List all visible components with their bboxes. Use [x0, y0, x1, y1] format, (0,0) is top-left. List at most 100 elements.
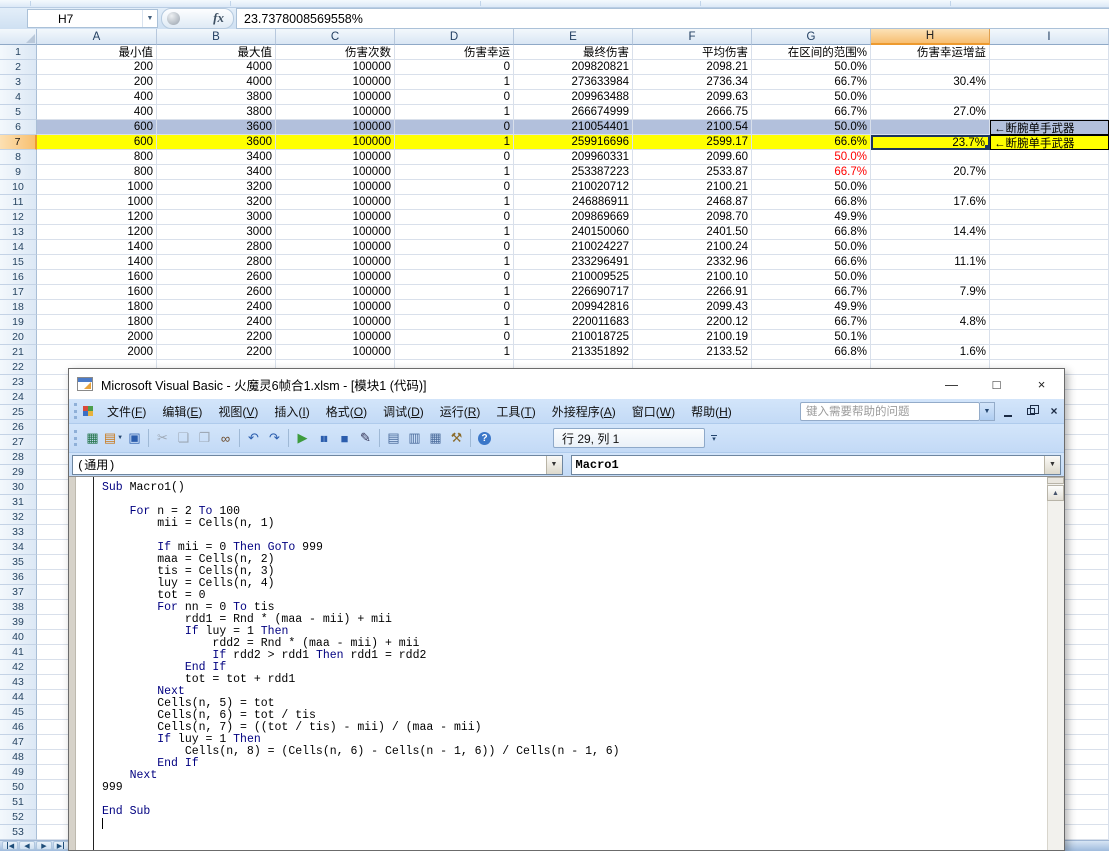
copy-icon[interactable]: ❏: [173, 428, 194, 448]
object-browser-icon[interactable]: ▦: [425, 428, 446, 448]
cell-H9[interactable]: 20.7%: [871, 165, 990, 180]
cell-F10[interactable]: 2100.21: [633, 180, 752, 195]
mdi-restore-button[interactable]: [1021, 402, 1041, 421]
cell-F16[interactable]: 2100.10: [633, 270, 752, 285]
cell-B2[interactable]: 4000: [157, 60, 276, 75]
menu-item-T[interactable]: 工具(T): [488, 400, 543, 423]
row-header-16[interactable]: 16: [0, 270, 37, 285]
cell-D15[interactable]: 1: [395, 255, 514, 270]
cell-C5[interactable]: 100000: [276, 105, 395, 120]
cell-H4[interactable]: [871, 90, 990, 105]
row-header-34[interactable]: 34: [0, 540, 37, 555]
cell-A18[interactable]: 1800: [37, 300, 157, 315]
cell-H8[interactable]: [871, 150, 990, 165]
cell-E13[interactable]: 240150060: [514, 225, 633, 240]
break-icon[interactable]: ▮▮: [313, 428, 334, 448]
cell-I10[interactable]: [990, 180, 1109, 195]
row-header-15[interactable]: 15: [0, 255, 37, 270]
cell-E15[interactable]: 233296491: [514, 255, 633, 270]
row-header-42[interactable]: 42: [0, 660, 37, 675]
fx-icon[interactable]: fx: [213, 10, 224, 26]
object-combo[interactable]: (通用) ▼: [72, 455, 563, 475]
help-search-dropdown-icon[interactable]: ▼: [980, 402, 995, 421]
cell-B17[interactable]: 2600: [157, 285, 276, 300]
row-header-44[interactable]: 44: [0, 690, 37, 705]
cell-A13[interactable]: 1200: [37, 225, 157, 240]
cell-B16[interactable]: 2600: [157, 270, 276, 285]
cell-H18[interactable]: [871, 300, 990, 315]
properties-window-icon[interactable]: ▥: [404, 428, 425, 448]
cell-F11[interactable]: 2468.87: [633, 195, 752, 210]
cell-B5[interactable]: 3800: [157, 105, 276, 120]
cell-H2[interactable]: [871, 60, 990, 75]
cell-G19[interactable]: 66.7%: [752, 315, 871, 330]
column-header-B[interactable]: B: [157, 29, 276, 45]
cell-B8[interactable]: 3400: [157, 150, 276, 165]
cell-D14[interactable]: 0: [395, 240, 514, 255]
cell-A10[interactable]: 1000: [37, 180, 157, 195]
procedure-combo[interactable]: Macro1 ▼: [571, 455, 1062, 475]
row-header-10[interactable]: 10: [0, 180, 37, 195]
help-icon[interactable]: ?: [474, 428, 495, 448]
row-header-2[interactable]: 2: [0, 60, 37, 75]
cell-C18[interactable]: 100000: [276, 300, 395, 315]
cell-G13[interactable]: 66.8%: [752, 225, 871, 240]
code-vertical-scrollbar[interactable]: [1047, 477, 1064, 850]
cell-D19[interactable]: 1: [395, 315, 514, 330]
cell-C9[interactable]: 100000: [276, 165, 395, 180]
cell-C13[interactable]: 100000: [276, 225, 395, 240]
undo-icon[interactable]: ↶: [243, 428, 264, 448]
cell-C8[interactable]: 100000: [276, 150, 395, 165]
toolbox-icon[interactable]: ⚒: [446, 428, 467, 448]
cell-D16[interactable]: 0: [395, 270, 514, 285]
column-header-A[interactable]: A: [37, 29, 157, 45]
row-header-7[interactable]: 7: [0, 135, 37, 150]
formula-input[interactable]: 23.7378008569558%: [236, 8, 1109, 29]
project-explorer-icon[interactable]: ▤: [383, 428, 404, 448]
cell-C3[interactable]: 100000: [276, 75, 395, 90]
cell-I21[interactable]: [990, 345, 1109, 360]
cell-G17[interactable]: 66.7%: [752, 285, 871, 300]
cell-C4[interactable]: 100000: [276, 90, 395, 105]
cell-E11[interactable]: 246886911: [514, 195, 633, 210]
cell-D6[interactable]: 0: [395, 120, 514, 135]
cell-C7[interactable]: 100000: [276, 135, 395, 150]
cell-I20[interactable]: [990, 330, 1109, 345]
row-header-6[interactable]: 6: [0, 120, 37, 135]
row-header-27[interactable]: 27: [0, 435, 37, 450]
cell-G4[interactable]: 50.0%: [752, 90, 871, 105]
cell-I9[interactable]: [990, 165, 1109, 180]
cell-A12[interactable]: 1200: [37, 210, 157, 225]
cell-H7[interactable]: 23.7%: [871, 135, 990, 150]
cell-G16[interactable]: 50.0%: [752, 270, 871, 285]
cell-D13[interactable]: 1: [395, 225, 514, 240]
cell-H6[interactable]: [871, 120, 990, 135]
cell-D12[interactable]: 0: [395, 210, 514, 225]
row-header-36[interactable]: 36: [0, 570, 37, 585]
cell-D5[interactable]: 1: [395, 105, 514, 120]
menu-item-E[interactable]: 编辑(E): [154, 400, 210, 423]
cell-G9[interactable]: 66.7%: [752, 165, 871, 180]
cell-I1[interactable]: [990, 45, 1109, 60]
cell-F12[interactable]: 2098.70: [633, 210, 752, 225]
cell-C21[interactable]: 100000: [276, 345, 395, 360]
menubar-grip[interactable]: [74, 403, 77, 419]
row-header-30[interactable]: 30: [0, 480, 37, 495]
cell-F21[interactable]: 2133.52: [633, 345, 752, 360]
row-header-4[interactable]: 4: [0, 90, 37, 105]
cell-I5[interactable]: [990, 105, 1109, 120]
cell-E12[interactable]: 209869669: [514, 210, 633, 225]
design-mode-icon[interactable]: ✎: [355, 428, 376, 448]
menu-item-V[interactable]: 视图(V): [210, 400, 266, 423]
cell-C11[interactable]: 100000: [276, 195, 395, 210]
cell-A5[interactable]: 400: [37, 105, 157, 120]
row-header-46[interactable]: 46: [0, 720, 37, 735]
cell-H12[interactable]: [871, 210, 990, 225]
cell-H21[interactable]: 1.6%: [871, 345, 990, 360]
row-header-1[interactable]: 1: [0, 45, 37, 60]
minimize-button[interactable]: —: [929, 369, 974, 399]
code-splitter-handle[interactable]: [1047, 477, 1064, 484]
cell-B15[interactable]: 2800: [157, 255, 276, 270]
cell-C15[interactable]: 100000: [276, 255, 395, 270]
cell-I2[interactable]: [990, 60, 1109, 75]
